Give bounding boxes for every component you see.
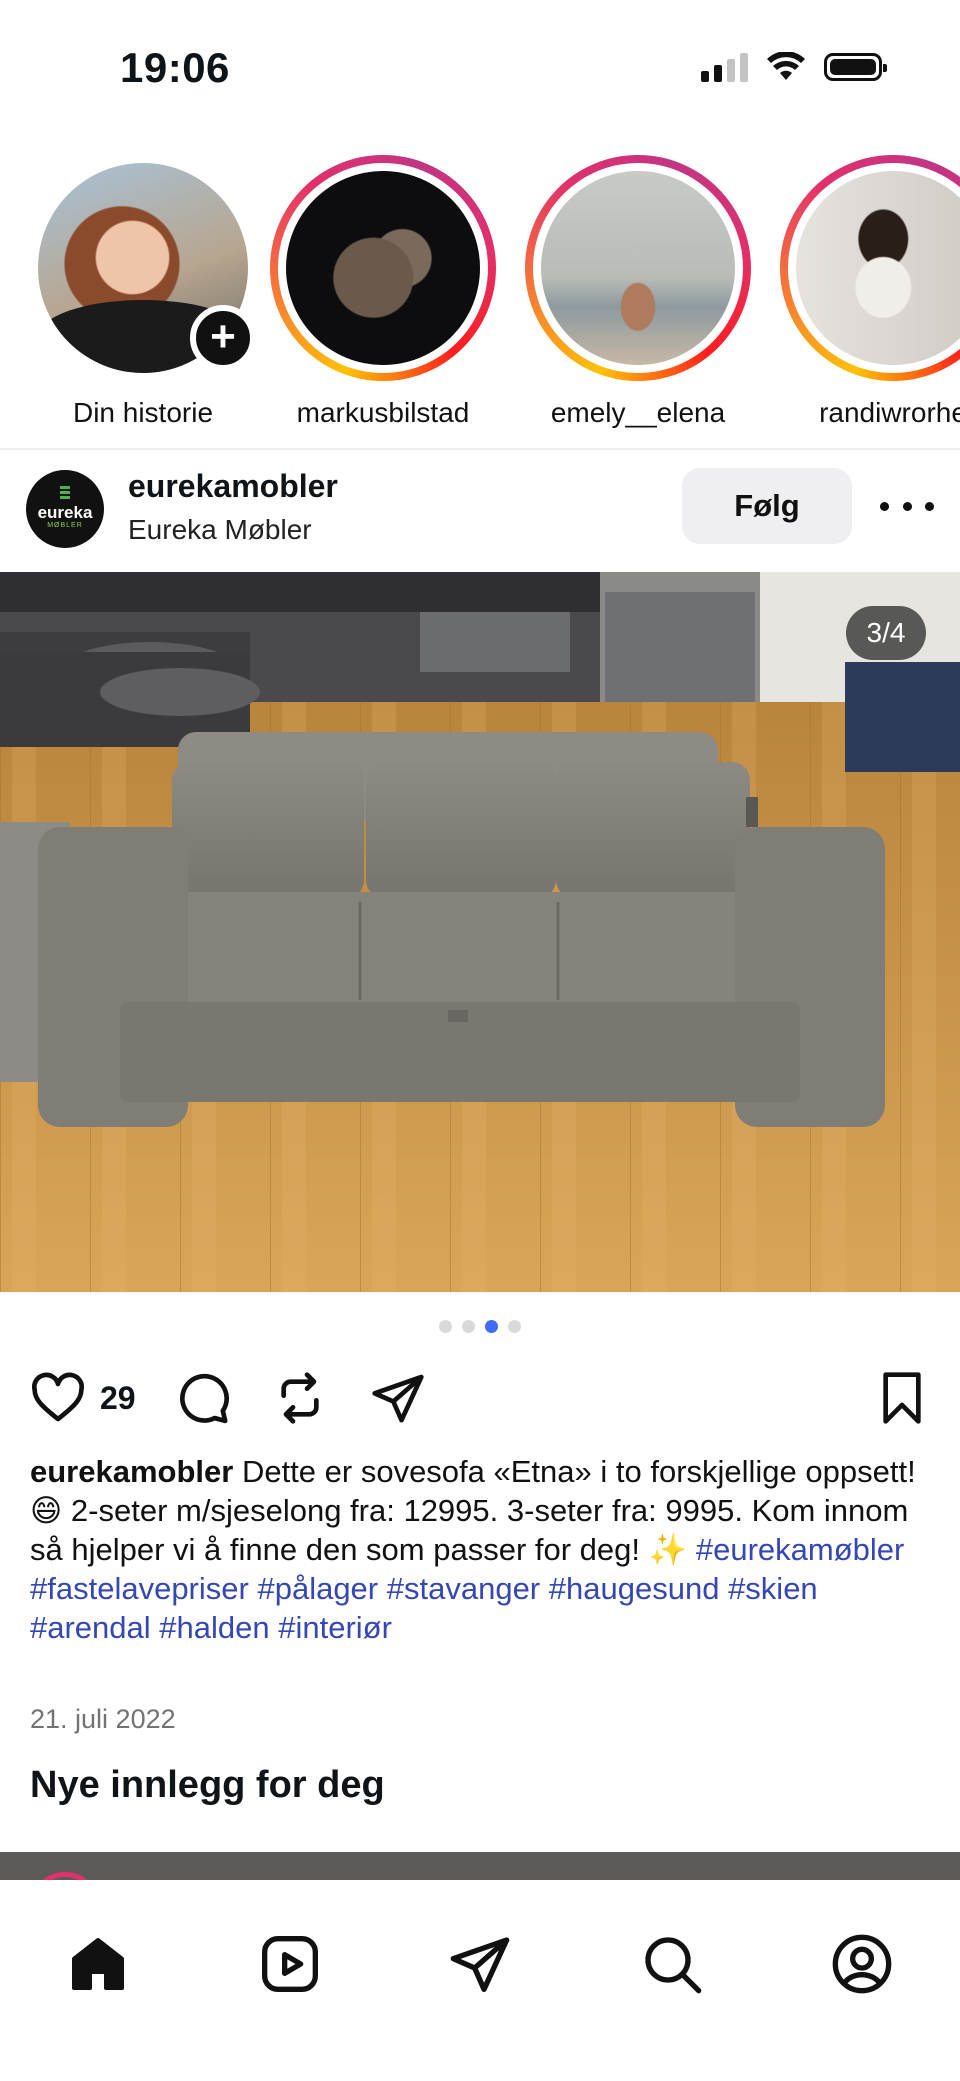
story-label: emely__elena <box>550 397 726 428</box>
add-story-button[interactable]: + <box>190 305 256 371</box>
story-ring <box>270 155 496 381</box>
wifi-icon <box>767 52 805 80</box>
story-label: randiwrorhe <box>819 397 960 428</box>
divider <box>0 448 960 450</box>
hashtag-link[interactable]: #halden <box>159 1610 269 1645</box>
post-avatar[interactable]: eureka MØBLER <box>26 470 104 548</box>
story-ring <box>780 155 960 381</box>
stories-tray: + Din historie markusbilstad emely__elen… <box>0 155 960 445</box>
logo-sub: MØBLER <box>47 522 83 529</box>
story-randiwrorhe[interactable]: randiwrorhe <box>780 155 960 429</box>
story-avatar-markusbilstad <box>286 171 480 365</box>
hashtag-link[interactable]: #pålager <box>257 1571 378 1606</box>
home-icon[interactable] <box>66 1932 130 1996</box>
status-bar: 19:06 <box>0 0 960 140</box>
carousel-dot-active <box>485 1320 498 1333</box>
carousel-indicator <box>0 1320 960 1333</box>
comment-icon[interactable] <box>175 1370 231 1426</box>
story-emely-elena[interactable]: emely__elena <box>525 155 751 429</box>
direct-message-icon[interactable] <box>448 1932 512 1996</box>
hashtag-link[interactable]: #stavanger <box>387 1571 540 1606</box>
carousel-dot <box>439 1320 452 1333</box>
story-label: markusbilstad <box>296 397 470 428</box>
repost-icon[interactable] <box>272 1370 328 1426</box>
bottom-nav <box>0 1880 960 2081</box>
caption-username[interactable]: eurekamobler <box>30 1454 233 1489</box>
status-time: 19:06 <box>120 44 230 91</box>
carousel-dot <box>508 1320 521 1333</box>
cellular-signal-icon <box>701 52 748 82</box>
post-photo <box>0 572 960 1292</box>
hashtag-link[interactable]: #haugesund <box>549 1571 720 1606</box>
profile-icon[interactable] <box>830 1932 894 1996</box>
hashtag-link[interactable]: #skien <box>728 1571 818 1606</box>
next-post-preview[interactable] <box>0 1852 960 1880</box>
section-title: Nye innlegg for deg <box>30 1764 385 1806</box>
post-username[interactable]: eurekamobler <box>128 468 338 505</box>
story-avatar-emely-elena <box>541 171 735 365</box>
post-header: eureka MØBLER eurekamobler Eureka Møbler… <box>0 458 960 568</box>
post-date: 21. juli 2022 <box>30 1704 176 1734</box>
more-options-icon[interactable] <box>880 486 934 526</box>
reels-icon[interactable] <box>258 1932 322 1996</box>
logo-word: eureka <box>37 503 93 522</box>
status-icons <box>701 52 887 82</box>
story-avatar-randiwrorhe <box>796 171 960 365</box>
story-own[interactable]: + Din historie <box>30 155 256 429</box>
story-label: Din historie <box>72 397 214 428</box>
story-markusbilstad[interactable]: markusbilstad <box>270 155 496 429</box>
carousel-dot <box>462 1320 475 1333</box>
search-icon[interactable] <box>640 1932 704 1996</box>
like-count[interactable]: 29 <box>100 1380 136 1417</box>
hashtag-link[interactable]: #eurekamøbler <box>696 1532 904 1567</box>
share-icon[interactable] <box>370 1370 426 1426</box>
post-actions: 29 <box>0 1362 960 1432</box>
image-counter: 3/4 <box>846 606 926 660</box>
hashtag-link[interactable]: #fastelavepriser <box>30 1571 249 1606</box>
hashtag-link[interactable]: #interiør <box>278 1610 392 1645</box>
logo-mark-icon <box>60 486 70 500</box>
battery-icon <box>824 53 887 81</box>
story-ring <box>525 155 751 381</box>
post-image[interactable]: 3/4 <box>0 572 960 1292</box>
post-caption: eurekamobler Dette er sovesofa «Etna» i … <box>30 1452 930 1647</box>
hashtag-link[interactable]: #arendal <box>30 1610 151 1645</box>
bookmark-icon[interactable] <box>874 1370 930 1426</box>
home-indicator <box>340 2053 620 2063</box>
heart-icon[interactable] <box>30 1370 86 1426</box>
post-subtitle[interactable]: Eureka Møbler <box>128 514 312 546</box>
follow-button[interactable]: Følg <box>682 468 852 544</box>
